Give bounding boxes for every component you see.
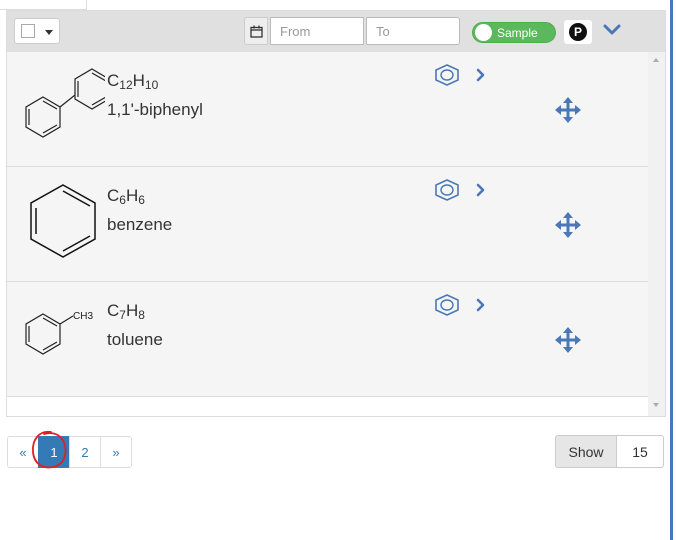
molecule-icon[interactable]	[434, 179, 460, 201]
show-count-group: Show 15	[555, 435, 664, 468]
show-button[interactable]: Show	[555, 435, 617, 468]
chevron-right-icon[interactable]	[476, 68, 486, 82]
sample-formula: C7H8	[107, 301, 145, 322]
caret-down-icon	[45, 30, 53, 35]
right-rail	[670, 0, 673, 540]
select-all-dropdown[interactable]	[14, 18, 60, 44]
sample-row-toluene[interactable]: CH3 C7H8 toluene	[7, 282, 648, 397]
to-date-input[interactable]	[366, 17, 460, 45]
sample-name: toluene	[107, 330, 163, 349]
sample-toggle[interactable]: Sample	[472, 22, 556, 43]
from-date-input[interactable]	[270, 17, 364, 45]
toluene-structure-icon: CH3	[25, 311, 93, 355]
chevron-right-icon[interactable]	[476, 183, 486, 197]
select-all-checkbox[interactable]	[21, 24, 35, 38]
move-icon[interactable]	[555, 212, 581, 238]
pagination-page-2[interactable]: 2	[69, 436, 101, 468]
toluene-ch3-label: CH3	[73, 311, 93, 322]
sample-row-benzene[interactable]: C6H6 benzene	[7, 167, 648, 282]
calendar-icon[interactable]	[244, 17, 268, 45]
sample-name: 1,1'-biphenyl	[107, 100, 203, 119]
biphenyl-structure-icon	[25, 68, 105, 138]
pagination-next[interactable]: »	[100, 436, 132, 468]
top-tab-edge	[0, 0, 87, 10]
chevron-right-icon[interactable]	[476, 298, 486, 312]
p-badge-icon: P	[569, 23, 587, 41]
move-icon[interactable]	[555, 327, 581, 353]
toolbar: Sample P	[7, 11, 665, 53]
sample-list: C12H10 1,1'-biphenyl C6H6 benzene CH3 C7…	[7, 52, 648, 397]
vertical-scrollbar[interactable]	[648, 52, 665, 416]
sample-formula: C6H6	[107, 186, 145, 207]
show-count-value[interactable]: 15	[617, 435, 664, 468]
scroll-up-arrow-icon[interactable]	[653, 58, 659, 62]
samples-panel: Sample P C12H10 1,1'-biphenyl	[6, 10, 666, 417]
sample-name: benzene	[107, 215, 173, 234]
pagination: « 1 2 »	[7, 436, 132, 468]
chevron-down-icon[interactable]	[603, 23, 621, 37]
benzene-structure-icon	[30, 184, 96, 258]
move-icon[interactable]	[555, 97, 581, 123]
sample-formula: C12H10	[107, 71, 159, 92]
molecule-icon[interactable]	[434, 294, 460, 316]
sample-toggle-label: Sample	[497, 26, 538, 40]
red-circle-annotation	[32, 430, 67, 469]
sample-row-biphenyl[interactable]: C12H10 1,1'-biphenyl	[7, 52, 648, 167]
toggle-knob	[475, 24, 492, 41]
p-button[interactable]: P	[564, 20, 592, 44]
molecule-icon[interactable]	[434, 64, 460, 86]
scroll-down-arrow-icon[interactable]	[653, 403, 659, 407]
